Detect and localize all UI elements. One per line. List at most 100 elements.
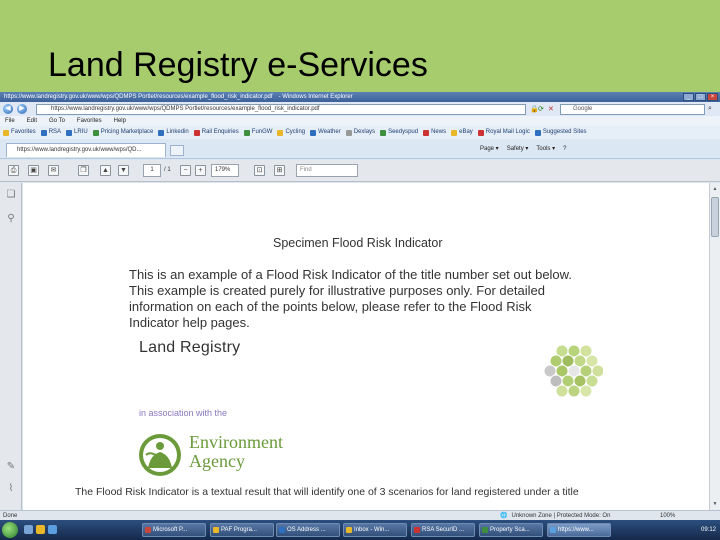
taskbar-button[interactable]: Property Sca...: [479, 523, 543, 537]
favorite-item[interactable]: Pricing Marketplace: [92, 126, 154, 139]
taskbar: 09:12 Microsoft P... PAF Progra... OS Addr…: [0, 520, 720, 540]
document-paragraph: This is an example of a Flood Risk Indic…: [129, 267, 619, 331]
tab-active[interactable]: https://www.landregistry.gov.uk/www/wps/…: [6, 143, 166, 157]
previous-page-icon[interactable]: ▲: [100, 165, 111, 176]
paragraph-line: Indicator help pages.: [129, 315, 250, 330]
quicklaunch-ie-icon[interactable]: [24, 525, 33, 534]
page-menu[interactable]: Page ▾: [480, 144, 499, 154]
favorite-item[interactable]: LRIU: [66, 126, 88, 139]
taskbar-button-label: PAF Progra...: [221, 527, 257, 533]
favorite-icon: [193, 129, 200, 136]
favorite-icon: [345, 129, 352, 136]
save-icon[interactable]: ▣: [28, 165, 39, 176]
zoom-out-icon[interactable]: −: [180, 165, 191, 176]
taskbar-app-icon: [145, 527, 151, 533]
status-bar: Done 🌐 Unknown Zone | Protected Mode: On…: [0, 510, 720, 520]
taskbar-app-icon: [414, 527, 420, 533]
comments-panel-icon[interactable]: ✎: [5, 461, 17, 473]
favorite-label: Rail Enquiries: [201, 129, 239, 135]
page-number-input[interactable]: 1: [143, 164, 161, 177]
favorite-item[interactable]: FunGW: [243, 126, 272, 139]
next-page-icon[interactable]: ▼: [118, 165, 129, 176]
favorite-icon: [534, 129, 541, 136]
favorite-item[interactable]: eBay: [451, 126, 473, 139]
favorite-item[interactable]: Suggested Sites: [534, 126, 587, 139]
url-input[interactable]: https://www.landregistry.gov.uk/www/wps/…: [36, 104, 526, 115]
menu-file[interactable]: File: [5, 116, 15, 126]
start-button[interactable]: [2, 522, 18, 538]
favorite-item[interactable]: Cycling: [277, 126, 305, 139]
scroll-down-icon[interactable]: ▼: [711, 500, 719, 508]
zoom-in-icon[interactable]: +: [195, 165, 206, 176]
favorite-item[interactable]: Royal Mail Logic: [477, 126, 530, 139]
window-title-app: - Windows Internet Explorer: [278, 94, 353, 100]
find-input[interactable]: Find: [296, 164, 358, 177]
scroll-thumb[interactable]: [711, 197, 719, 237]
favorite-icon: [310, 129, 317, 136]
taskbar-button[interactable]: OS Address ...: [276, 523, 340, 537]
taskbar-button[interactable]: Microsoft P...: [142, 523, 206, 537]
favorite-icon: [277, 129, 284, 136]
menu-favorites[interactable]: Favorites: [77, 116, 102, 126]
menu-edit[interactable]: Edit: [27, 116, 37, 126]
print-icon[interactable]: ⎙: [8, 165, 19, 176]
fit-page-icon[interactable]: ⊡: [254, 165, 265, 176]
back-button[interactable]: ◀: [3, 104, 13, 114]
vertical-scrollbar[interactable]: ▲ ▼: [709, 183, 720, 510]
favorite-item[interactable]: Rail Enquiries: [193, 126, 239, 139]
taskbar-app-icon: [346, 527, 352, 533]
pdf-document: Specimen Flood Risk Indicator This is an…: [23, 183, 709, 510]
favorite-item[interactable]: News: [423, 126, 446, 139]
favorite-icon: [243, 129, 250, 136]
refresh-icon[interactable]: ⟳: [538, 105, 544, 113]
favorite-item[interactable]: Seedyspud: [380, 126, 418, 139]
favorite-icon: [40, 129, 47, 136]
window-controls: _ □ ×: [683, 93, 718, 101]
fit-width-icon[interactable]: ⊞: [274, 165, 285, 176]
maximize-button[interactable]: □: [695, 93, 706, 101]
favorite-label: News: [431, 129, 447, 135]
clock[interactable]: 09:12: [701, 524, 716, 536]
stop-icon[interactable]: ✕: [548, 105, 554, 113]
forward-button[interactable]: ▶: [17, 104, 27, 114]
minimize-button[interactable]: _: [683, 93, 694, 101]
favorites-bar: Favorites RSA LRIU Pricing Marketplace Linke…: [0, 126, 720, 139]
pages-icon[interactable]: ❐: [78, 165, 89, 176]
command-bar: Page ▾ Safety ▾ Tools ▾ ?: [480, 144, 566, 154]
help-icon[interactable]: ?: [563, 144, 566, 154]
close-button[interactable]: ×: [707, 93, 718, 101]
taskbar-button[interactable]: https://www...: [547, 523, 611, 537]
search-input[interactable]: Google: [560, 104, 705, 115]
taskbar-button-label: Property Sca...: [490, 527, 530, 533]
quicklaunch-desktop-icon[interactable]: [48, 525, 57, 534]
pages-panel-icon[interactable]: ❏: [5, 189, 17, 201]
quicklaunch-folder-icon[interactable]: [36, 525, 45, 534]
favorite-label: Pricing Marketplace: [100, 129, 154, 135]
tools-menu[interactable]: Tools ▾: [536, 144, 555, 154]
favorite-item[interactable]: Weather: [310, 126, 341, 139]
menu-help[interactable]: Help: [114, 116, 126, 126]
slide-title: Land Registry e-Services: [48, 46, 428, 84]
favorite-item[interactable]: RSA: [40, 126, 61, 139]
scroll-up-icon[interactable]: ▲: [711, 185, 719, 193]
favorite-icon: [423, 129, 430, 136]
menu-bar: File Edit Go To Favorites Help: [0, 116, 720, 126]
taskbar-button[interactable]: PAF Progra...: [210, 523, 274, 537]
email-icon[interactable]: ✉: [48, 165, 59, 176]
taskbar-button[interactable]: RSA SecurID ...: [411, 523, 475, 537]
paragraph-line: information on each of the points below,…: [129, 299, 532, 314]
zoom-input[interactable]: 179%: [211, 164, 239, 177]
safety-menu[interactable]: Safety ▾: [507, 144, 529, 154]
taskbar-button[interactable]: Inbox - Win...: [343, 523, 407, 537]
attachments-panel-icon[interactable]: ⚲: [5, 213, 17, 225]
tabs-row: https://www.landregistry.gov.uk/www/wps/…: [0, 139, 720, 159]
new-tab-button[interactable]: [170, 145, 184, 156]
window-title-url: https://www.landregistry.gov.uk/www/wps/…: [4, 94, 273, 100]
favorite-item[interactable]: Favorites: [3, 126, 36, 139]
menu-goto[interactable]: Go To: [49, 116, 65, 126]
favorite-item[interactable]: Dexlays: [345, 126, 375, 139]
search-icon[interactable]: ⌕: [708, 105, 712, 113]
taskbar-button-label: RSA SecurID ...: [422, 527, 465, 533]
favorite-item[interactable]: Linkedin: [158, 126, 189, 139]
paperclip-icon[interactable]: ⌇: [5, 483, 17, 495]
